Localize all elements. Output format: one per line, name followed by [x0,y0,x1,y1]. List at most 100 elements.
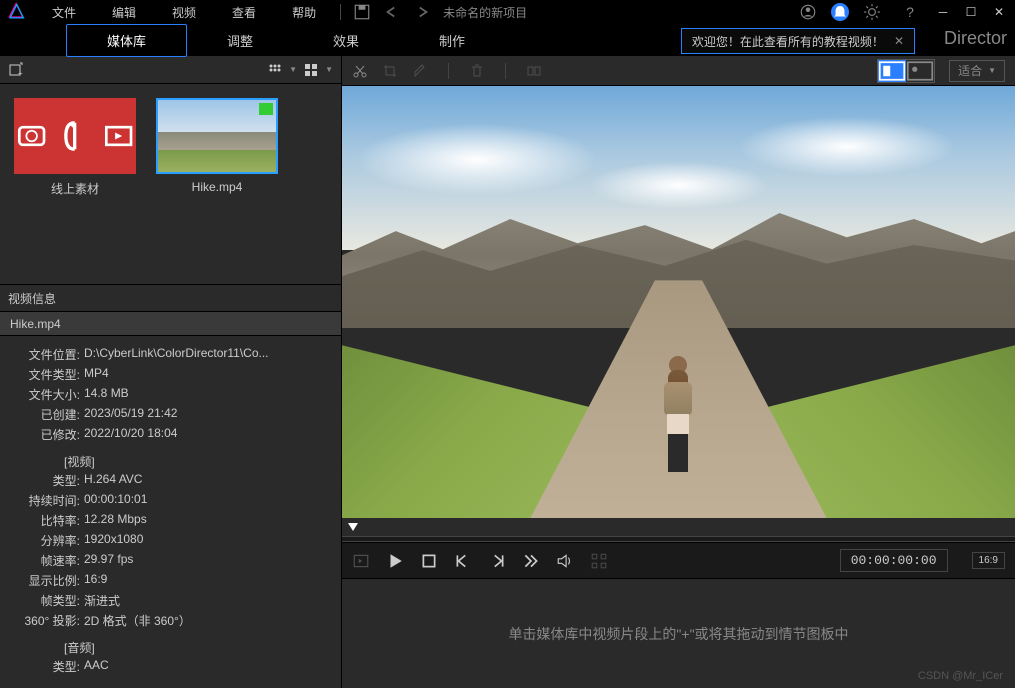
svg-text:+: + [18,69,23,78]
save-icon[interactable] [353,3,371,21]
menu-file[interactable]: 文件 [34,0,94,25]
info-row: 帧类型:渐进式 [14,592,327,609]
info-label: 分辨率: [14,532,80,549]
tab-produce[interactable]: 制作 [399,25,505,56]
redo-icon[interactable] [413,3,431,21]
tab-media[interactable]: 媒体库 [66,24,187,57]
clip-label: Hike.mp4 [192,180,243,194]
titlebar: 文件 编辑 视频 查看 帮助 未命名的新项目 ? ─ ☐ ✕ [0,0,1015,24]
brush-icon[interactable] [412,63,428,79]
settings-icon[interactable] [863,3,881,21]
welcome-tooltip[interactable]: 欢迎您！在此查看所有的教程视频！ ✕ [681,28,915,54]
info-filename: Hike.mp4 [0,312,341,336]
playhead-marker[interactable] [348,523,358,531]
fast-forward-icon[interactable] [522,552,540,570]
import-icon[interactable]: + [8,62,24,78]
info-label: 360° 投影: [14,612,80,629]
tab-adjust[interactable]: 调整 [187,25,293,56]
info-label: 类型: [14,472,80,489]
tooltip-close-icon[interactable]: ✕ [894,34,904,48]
view-mode-b[interactable] [906,60,934,82]
info-value: 2022/10/20 18:04 [84,426,177,443]
audio-section: [音频] [64,639,327,656]
maximize-button[interactable]: ☐ [961,2,981,22]
info-row: 文件位置:D:\CyberLink\ColorDirector11\Co... [14,346,327,363]
playhead-row[interactable] [342,518,1015,536]
undo-icon[interactable] [383,3,401,21]
chevron-down-icon: ▼ [988,66,996,75]
online-media-item[interactable]: 线上素材 [14,98,136,270]
info-label: 帧速率: [14,552,80,569]
timeline-area[interactable]: 单击媒体库中视频片段上的"+"或将其拖动到情节图板中 CSDN @Mr_ICer [342,578,1015,688]
video-tag-icon [259,103,273,115]
grid-icon[interactable] [590,552,608,570]
project-name: 未命名的新项目 [443,4,527,21]
crop-icon[interactable] [382,63,398,79]
playback-controls: 00:00:00:00 16:9 [342,542,1015,578]
large-view-icon[interactable] [303,62,319,78]
left-panel: + ▼ ▼ 线上素材 Hike.mp4 [0,56,342,688]
play-icon[interactable] [386,552,404,570]
menu-view[interactable]: 查看 [214,0,274,25]
info-row: 类型:H.264 AVC [14,472,327,489]
stop-icon[interactable] [420,552,438,570]
info-label: 类型: [14,658,80,675]
info-value: MP4 [84,366,109,383]
help-icon[interactable]: ? [901,3,919,21]
trash-icon[interactable] [469,63,485,79]
timecode[interactable]: 00:00:00:00 [840,549,948,572]
menu-help[interactable]: 帮助 [274,0,334,25]
next-frame-icon[interactable] [488,552,506,570]
goto-start-icon[interactable] [352,552,370,570]
video-section: [视频] [64,453,327,470]
menu-edit[interactable]: 编辑 [94,0,154,25]
zoom-label: 适合 [958,62,982,79]
info-label: 文件大小: [14,386,80,403]
info-row: 比特率:12.28 Mbps [14,512,327,529]
info-row: 分辨率:1920x1080 [14,532,327,549]
preview-toolbar: 适合 ▼ [342,56,1015,86]
info-row: 已创建:2023/05/19 21:42 [14,406,327,423]
info-label: 比特率: [14,512,80,529]
zoom-select[interactable]: 适合 ▼ [949,60,1005,82]
info-value: 00:00:10:01 [84,492,147,509]
info-value: 渐进式 [84,592,120,609]
info-value: 12.28 Mbps [84,512,147,529]
tab-effects[interactable]: 效果 [293,25,399,56]
close-button[interactable]: ✕ [989,2,1009,22]
online-thumb [14,98,136,174]
media-grid: 线上素材 Hike.mp4 [0,84,341,284]
aspect-ratio[interactable]: 16:9 [972,552,1005,569]
minimize-button[interactable]: ─ [933,2,953,22]
info-row: 帧速率:29.97 fps [14,552,327,569]
info-label: 文件类型: [14,366,80,383]
prev-frame-icon[interactable] [454,552,472,570]
info-label: 已修改: [14,426,80,443]
media-clip-item[interactable]: Hike.mp4 [156,98,278,270]
welcome-text: 欢迎您！在此查看所有的教程视频！ [692,33,884,50]
compare-icon[interactable] [526,63,542,79]
info-row: 360° 投影:2D 格式（非 360°） [14,612,327,629]
info-label: 显示比例: [14,572,80,589]
preview-image[interactable] [342,86,1015,518]
view-mode-a[interactable] [878,60,906,82]
watermark: CSDN @Mr_ICer [918,670,1003,682]
volume-icon[interactable] [556,552,574,570]
menu-video[interactable]: 视频 [154,0,214,25]
info-body[interactable]: 文件位置:D:\CyberLink\ColorDirector11\Co... 文… [0,336,341,688]
main-tabs: 媒体库 调整 效果 制作 欢迎您！在此查看所有的教程视频！ ✕ Director [0,24,1015,56]
grid-view-icon[interactable] [267,62,283,78]
app-logo [6,2,26,22]
info-row: 显示比例:16:9 [14,572,327,589]
info-value: 16:9 [84,572,107,589]
info-row: 文件大小:14.8 MB [14,386,327,403]
account-icon[interactable] [799,3,817,21]
cut-icon[interactable] [352,63,368,79]
notification-icon[interactable] [831,3,849,21]
timeline-hint: 单击媒体库中视频片段上的"+"或将其拖动到情节图板中 [508,624,848,644]
info-value: D:\CyberLink\ColorDirector11\Co... [84,346,269,363]
media-toolbar: + ▼ ▼ [0,56,341,84]
info-row: 已修改:2022/10/20 18:04 [14,426,327,443]
view-mode-group [877,59,935,83]
info-value: 1920x1080 [84,532,143,549]
